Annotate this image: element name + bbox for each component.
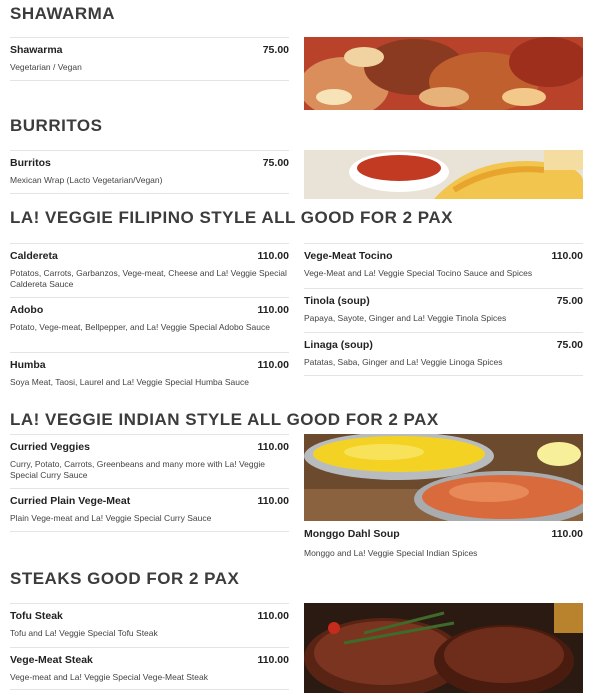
- menu-item-linaga[interactable]: Linaga (soup) 75.00 Patatas, Saba, Ginge…: [304, 332, 583, 376]
- menu-item-humba[interactable]: Humba 110.00 Soya Meat, Taosi, Laurel an…: [10, 352, 289, 400]
- item-name: Vege-Meat Steak: [10, 654, 93, 666]
- item-description: Curry, Potato, Carrots, Greenbeans and m…: [10, 459, 265, 480]
- item-name: Curried Veggies: [10, 441, 90, 453]
- section-heading-burritos: BURRITOS: [10, 116, 103, 135]
- indian-curry-photo: [304, 434, 583, 521]
- item-price: 75.00: [262, 44, 289, 56]
- item-name: Tofu Steak: [10, 610, 63, 622]
- item-price: 110.00: [257, 654, 289, 666]
- menu-item-curried-veggies[interactable]: Curried Veggies 110.00 Curry, Potato, Ca…: [10, 434, 289, 488]
- item-description: Potatos, Carrots, Garbanzos, Vege-meat, …: [10, 268, 287, 289]
- item-price: 75.00: [262, 157, 289, 169]
- item-price: 110.00: [257, 304, 289, 316]
- section-heading-indian: LA! VEGGIE INDIAN STYLE ALL GOOD FOR 2 P…: [10, 410, 439, 429]
- section-heading-steaks: STEAKS GOOD FOR 2 PAX: [10, 569, 240, 588]
- item-name: Linaga (soup): [304, 339, 373, 351]
- menu-item-shawarma[interactable]: Shawarma 75.00 Vegetarian / Vegan: [10, 37, 289, 81]
- item-name: Vege-Meat Tocino: [304, 250, 393, 262]
- item-name: Humba: [10, 359, 46, 371]
- item-description: Potato, Vege-meat, Bellpepper, and La! V…: [10, 322, 270, 332]
- item-description: Mexican Wrap (Lacto Vegetarian/Vegan): [10, 175, 163, 185]
- menu-item-curried-plain-vege-meat[interactable]: Curried Plain Vege-Meat 110.00 Plain Veg…: [10, 488, 289, 532]
- item-price: 110.00: [551, 528, 583, 540]
- item-description: Plain Vege-meat and La! Veggie Special C…: [10, 513, 212, 523]
- item-price: 110.00: [551, 250, 583, 262]
- menu-item-monggo-dahl-soup[interactable]: Monggo Dahl Soup 110.00 Monggo and La! V…: [304, 522, 583, 562]
- menu-item-tofu-steak[interactable]: Tofu Steak 110.00 Tofu and La! Veggie Sp…: [10, 603, 289, 647]
- item-name: Shawarma: [10, 44, 63, 56]
- item-description: Tofu and La! Veggie Special Tofu Steak: [10, 628, 158, 638]
- item-name: Curried Plain Vege-Meat: [10, 495, 131, 507]
- menu-item-vege-meat-tocino[interactable]: Vege-Meat Tocino 110.00 Vege-Meat and La…: [304, 243, 583, 288]
- item-description: Monggo and La! Veggie Special Indian Spi…: [304, 548, 478, 558]
- item-price: 110.00: [257, 495, 289, 507]
- item-price: 75.00: [556, 339, 583, 351]
- item-price: 75.00: [556, 295, 583, 307]
- item-description: Patatas, Saba, Ginger and La! Veggie Lin…: [304, 357, 503, 367]
- shawarma-photo: [304, 37, 583, 110]
- item-price: 110.00: [257, 250, 289, 262]
- item-name: Tinola (soup): [304, 295, 370, 307]
- item-description: Vegetarian / Vegan: [10, 62, 82, 72]
- item-price: 110.00: [257, 359, 289, 371]
- menu-item-vege-meat-steak[interactable]: Vege-Meat Steak 110.00 Vege-meat and La!…: [10, 647, 289, 690]
- item-description: Soya Meat, Taosi, Laurel and La! Veggie …: [10, 377, 249, 387]
- item-name: Monggo Dahl Soup: [304, 528, 400, 540]
- burritos-photo: [304, 150, 583, 199]
- section-heading-filipino: LA! VEGGIE FILIPINO STYLE ALL GOOD FOR 2…: [10, 208, 453, 227]
- item-price: 110.00: [257, 441, 289, 453]
- steak-photo: [304, 603, 583, 693]
- menu-item-burritos[interactable]: Burritos 75.00 Mexican Wrap (Lacto Veget…: [10, 150, 289, 194]
- item-price: 110.00: [257, 610, 289, 622]
- section-heading-shawarma: SHAWARMA: [10, 4, 116, 23]
- item-description: Vege-meat and La! Veggie Special Vege-Me…: [10, 672, 208, 682]
- item-description: Vege-Meat and La! Veggie Special Tocino …: [304, 268, 533, 278]
- item-name: Burritos: [10, 157, 51, 169]
- item-name: Adobo: [10, 304, 44, 316]
- menu-item-caldereta[interactable]: Caldereta 110.00 Potatos, Carrots, Garba…: [10, 243, 289, 297]
- menu-item-adobo[interactable]: Adobo 110.00 Potato, Vege-meat, Bellpepp…: [10, 297, 289, 352]
- menu-item-tinola[interactable]: Tinola (soup) 75.00 Papaya, Sayote, Ging…: [304, 288, 583, 332]
- item-description: Papaya, Sayote, Ginger and La! Veggie Ti…: [304, 313, 507, 323]
- item-name: Caldereta: [10, 250, 58, 262]
